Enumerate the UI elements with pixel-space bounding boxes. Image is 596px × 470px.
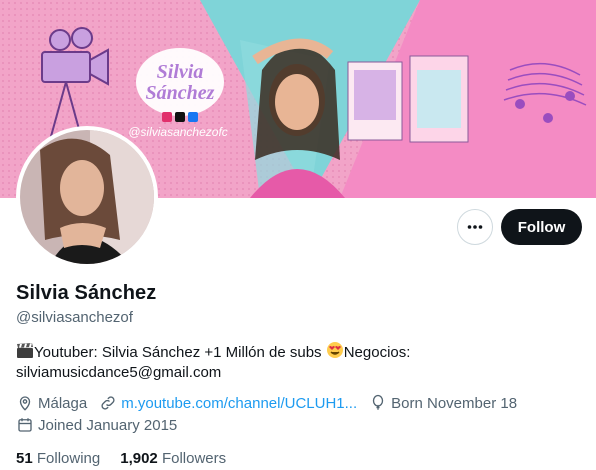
profile-bio: Youtuber: Silvia Sánchez +1 Millón de su… bbox=[16, 341, 576, 383]
profile-meta-row-2: Joined January 2015 bbox=[16, 416, 189, 434]
banner-logo-line1: Silvia bbox=[157, 61, 204, 83]
followers-link[interactable]: 1,902 Followers bbox=[120, 450, 226, 467]
birthday-text: Born November 18 bbox=[391, 394, 518, 412]
bio-text-1: Youtuber: Silvia Sánchez +1 Millón de su… bbox=[34, 344, 326, 361]
avatar[interactable] bbox=[16, 126, 158, 268]
location-item: Málaga bbox=[16, 394, 87, 412]
following-label: Following bbox=[36, 450, 101, 467]
clapperboard-icon bbox=[16, 343, 34, 359]
website-link[interactable]: m.youtube.com/channel/UCLUH1... bbox=[121, 395, 357, 412]
heart-eyes-emoji-icon bbox=[326, 341, 344, 358]
website-item: m.youtube.com/channel/UCLUH1... bbox=[99, 394, 357, 412]
followers-count: 1,902 bbox=[120, 450, 158, 467]
following-count: 51 bbox=[16, 450, 33, 467]
joined-item: Joined January 2015 bbox=[16, 416, 177, 434]
profile-stats: 51 Following 1,902 Followers bbox=[16, 450, 246, 467]
birthday-item: Born November 18 bbox=[369, 394, 517, 412]
more-icon bbox=[467, 225, 483, 229]
location-text: Málaga bbox=[38, 394, 88, 412]
joined-text: Joined January 2015 bbox=[38, 416, 178, 434]
profile-meta-row-1: Málaga m.youtube.com/channel/UCLUH1... B… bbox=[16, 394, 529, 412]
location-pin-icon bbox=[19, 396, 31, 411]
profile-name: Silvia Sánchez bbox=[16, 282, 157, 304]
link-icon bbox=[101, 396, 115, 410]
calendar-icon bbox=[18, 418, 32, 432]
profile-handle: @silviasanchezof bbox=[16, 309, 133, 326]
balloon-icon bbox=[372, 394, 384, 410]
banner-handle: @silviasanchezofc bbox=[128, 125, 228, 139]
banner-logo-line2: Sánchez bbox=[146, 82, 215, 104]
more-options-button[interactable] bbox=[457, 209, 493, 245]
follow-button[interactable]: Follow bbox=[501, 209, 582, 245]
followers-label: Followers bbox=[161, 450, 227, 467]
following-link[interactable]: 51 Following bbox=[16, 450, 100, 467]
avatar-image bbox=[20, 130, 154, 264]
